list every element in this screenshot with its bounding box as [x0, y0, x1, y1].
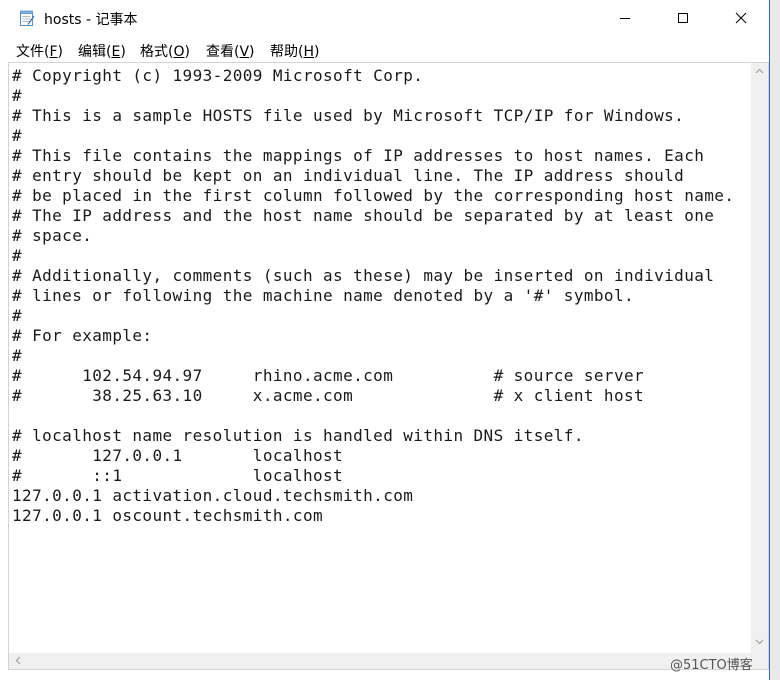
text-line[interactable]: # Copyright (c) 1993-2009 Microsoft Corp…: [12, 66, 423, 85]
text-line[interactable]: #: [12, 86, 22, 105]
minimize-icon: [620, 18, 630, 19]
close-button[interactable]: [712, 0, 770, 36]
text-line[interactable]: # entry should be kept on an individual …: [12, 166, 684, 185]
text-line[interactable]: #: [12, 246, 22, 265]
scroll-up-icon[interactable]: [755, 67, 764, 76]
menu-edit[interactable]: 编辑(E): [78, 41, 126, 61]
text-line[interactable]: # The IP address and the host name shoul…: [12, 206, 714, 225]
scroll-left-icon[interactable]: [14, 656, 23, 665]
text-line[interactable]: 127.0.0.1 oscount.techsmith.com: [12, 506, 323, 525]
text-line[interactable]: # This file contains the mappings of IP …: [12, 146, 704, 165]
text-editor[interactable]: # Copyright (c) 1993-2009 Microsoft Corp…: [8, 62, 769, 670]
hosts-file-content[interactable]: # Copyright (c) 1993-2009 Microsoft Corp…: [12, 66, 734, 526]
text-line[interactable]: #: [12, 126, 22, 145]
menu-file[interactable]: 文件(F): [16, 41, 63, 61]
text-line[interactable]: #: [12, 306, 22, 325]
text-line[interactable]: # Additionally, comments (such as these)…: [12, 266, 714, 285]
text-line[interactable]: # space.: [12, 226, 92, 245]
text-line[interactable]: # ::1 localhost: [12, 466, 343, 485]
text-line[interactable]: # be placed in the first column followed…: [12, 186, 734, 205]
text-line[interactable]: # 127.0.0.1 localhost: [12, 446, 343, 465]
text-line[interactable]: #: [12, 346, 22, 365]
title-bar[interactable]: hosts - 记事本: [0, 0, 769, 36]
horizontal-scrollbar[interactable]: [9, 653, 751, 669]
text-line[interactable]: # lines or following the machine name de…: [12, 286, 634, 305]
maximize-icon: [678, 13, 688, 23]
menu-format[interactable]: 格式(O): [140, 41, 190, 61]
scrollbar-corner: [751, 653, 768, 669]
text-line[interactable]: # localhost name resolution is handled w…: [12, 426, 584, 445]
menu-view[interactable]: 查看(V): [206, 41, 255, 61]
menu-help[interactable]: 帮助(H): [270, 41, 319, 61]
text-line[interactable]: # 102.54.94.97 rhino.acme.com # source s…: [12, 366, 644, 385]
maximize-button[interactable]: [654, 0, 712, 36]
text-line[interactable]: # For example:: [12, 326, 152, 345]
menu-bar: 文件(F) 编辑(E) 格式(O) 查看(V) 帮助(H): [0, 36, 769, 62]
text-line[interactable]: # 38.25.63.10 x.acme.com # x client host: [12, 386, 644, 405]
text-line[interactable]: # This is a sample HOSTS file used by Mi…: [12, 106, 684, 125]
scroll-down-icon[interactable]: [755, 637, 764, 646]
minimize-button[interactable]: [596, 0, 654, 36]
notepad-icon: [20, 10, 35, 26]
notepad-window: hosts - 记事本 文件(F) 编辑(E) 格式(O) 查看(V) 帮助(H…: [0, 0, 770, 680]
watermark: @51CTO博客: [670, 658, 753, 673]
vertical-scrollbar[interactable]: [751, 63, 768, 653]
window-title: hosts - 记事本: [44, 12, 138, 28]
text-line[interactable]: 127.0.0.1 activation.cloud.techsmith.com: [12, 486, 413, 505]
close-icon: [735, 12, 747, 24]
